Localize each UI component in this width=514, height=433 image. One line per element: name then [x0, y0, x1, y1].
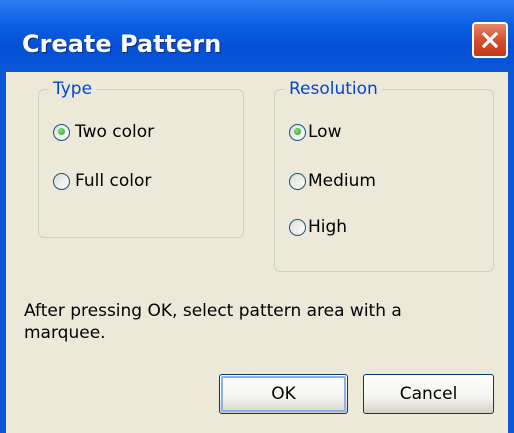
- radio-full-color[interactable]: Full color: [53, 169, 151, 193]
- close-icon: [480, 30, 500, 50]
- type-group-label: Type: [49, 78, 97, 100]
- radio-unselected-icon: [289, 172, 306, 190]
- cancel-button[interactable]: Cancel: [363, 374, 494, 414]
- instruction-text: After pressing OK, select pattern area w…: [24, 301, 402, 343]
- resolution-group-label: Resolution: [285, 78, 382, 100]
- radio-full-color-label: Full color: [75, 171, 152, 191]
- radio-selected-icon: [53, 123, 70, 141]
- radio-unselected-icon: [289, 218, 306, 236]
- title-bar[interactable]: Create Pattern: [0, 0, 514, 72]
- radio-low-label: Low: [308, 122, 342, 142]
- dialog-body: Type Two color Full color Resolution Low…: [6, 72, 508, 433]
- radio-low[interactable]: Low: [289, 120, 341, 144]
- radio-high-label: High: [308, 217, 348, 237]
- radio-medium[interactable]: Medium: [289, 169, 376, 193]
- type-groupbox: Type Two color Full color: [38, 78, 244, 238]
- resolution-groupbox: Resolution Low Medium High: [274, 78, 494, 272]
- radio-unselected-icon: [53, 172, 70, 190]
- radio-medium-label: Medium: [308, 171, 376, 191]
- radio-high[interactable]: High: [289, 215, 347, 239]
- radio-two-color-label: Two color: [75, 122, 155, 142]
- close-button[interactable]: [472, 22, 508, 58]
- ok-button[interactable]: OK: [219, 374, 348, 414]
- radio-two-color[interactable]: Two color: [53, 120, 154, 144]
- radio-selected-icon: [289, 123, 306, 141]
- dialog-title: Create Pattern: [22, 30, 222, 58]
- create-pattern-dialog: Create Pattern Type Two color Full color: [0, 0, 514, 433]
